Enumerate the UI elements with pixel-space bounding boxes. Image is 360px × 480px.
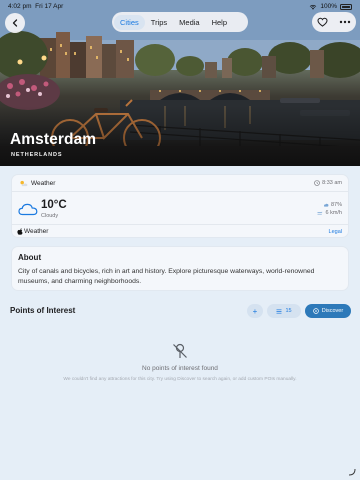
clock-icon	[314, 180, 320, 186]
about-heading: About	[18, 253, 42, 262]
status-indicators: 100%	[309, 3, 352, 10]
wifi-icon	[310, 4, 317, 10]
divider	[12, 224, 348, 225]
legal-link[interactable]: Legal	[329, 229, 342, 235]
wind: 6 km/h	[317, 210, 342, 216]
humidity: 87%	[323, 202, 342, 208]
empty-state-description: We couldn't find any attractions for thi…	[63, 377, 297, 382]
more-icon[interactable]	[339, 20, 351, 24]
divider	[12, 191, 348, 192]
battery-icon	[340, 3, 352, 10]
wind-icon	[317, 211, 323, 215]
no-location-icon	[173, 343, 187, 358]
back-button[interactable]	[5, 13, 25, 33]
tab-help[interactable]: Help	[206, 15, 233, 30]
humidity-icon	[323, 203, 329, 207]
wind-value: 6 km/h	[325, 210, 342, 216]
city-title: Amsterdam	[10, 131, 97, 148]
tab-cities[interactable]: Cities	[114, 14, 145, 30]
weather-updated: 8:33 am	[314, 180, 342, 186]
status-date: Fri 17 Apr	[35, 3, 64, 10]
weather-title: Weather	[31, 180, 56, 187]
status-time: 4:02 pm Fri 17 Apr	[8, 3, 63, 10]
about-card: About City of canals and bicycles, rich …	[11, 246, 349, 291]
back-chevron-icon	[12, 19, 18, 27]
discover-icon	[313, 308, 319, 314]
tab-trips[interactable]: Trips	[145, 15, 173, 30]
temperature: 10°C	[41, 199, 67, 211]
discover-label: Discover	[321, 308, 344, 314]
weather-brand: Weather	[24, 228, 49, 235]
status-clock: 4:02 pm	[8, 3, 32, 10]
discover-button[interactable]: Discover	[305, 304, 351, 318]
weather-condition: Cloudy	[41, 213, 59, 219]
poi-heading: Points of Interest	[10, 306, 76, 315]
battery-percent: 100%	[320, 3, 337, 10]
top-actions	[312, 12, 356, 32]
resize-handle-icon	[348, 468, 356, 476]
list-icon	[276, 308, 282, 314]
tab-bar: Cities Trips Media Help	[112, 12, 248, 32]
apple-icon	[17, 228, 23, 235]
weather-time: 8:33 am	[322, 180, 342, 186]
heart-icon[interactable]	[317, 17, 328, 27]
poi-count: 15	[285, 308, 292, 314]
humidity-value: 87%	[330, 202, 342, 208]
weather-card: Weather 8:33 am 10°C Cloudy 87% 6 km/h W…	[11, 174, 349, 238]
sun-cloud-icon	[20, 180, 28, 187]
empty-state-title: No points of interest found	[142, 365, 218, 372]
weather-header: Weather	[19, 180, 55, 187]
cloud-icon	[18, 203, 38, 216]
add-label: +	[252, 306, 258, 316]
country-subtitle: NETHERLANDS	[11, 152, 63, 158]
about-description: City of canals and bicycles, rich in art…	[18, 268, 315, 285]
add-poi-button[interactable]: +	[247, 304, 263, 318]
tab-media[interactable]: Media	[173, 15, 205, 30]
weather-attribution: Weather	[17, 228, 48, 235]
poi-list-button[interactable]: 15	[267, 304, 301, 318]
